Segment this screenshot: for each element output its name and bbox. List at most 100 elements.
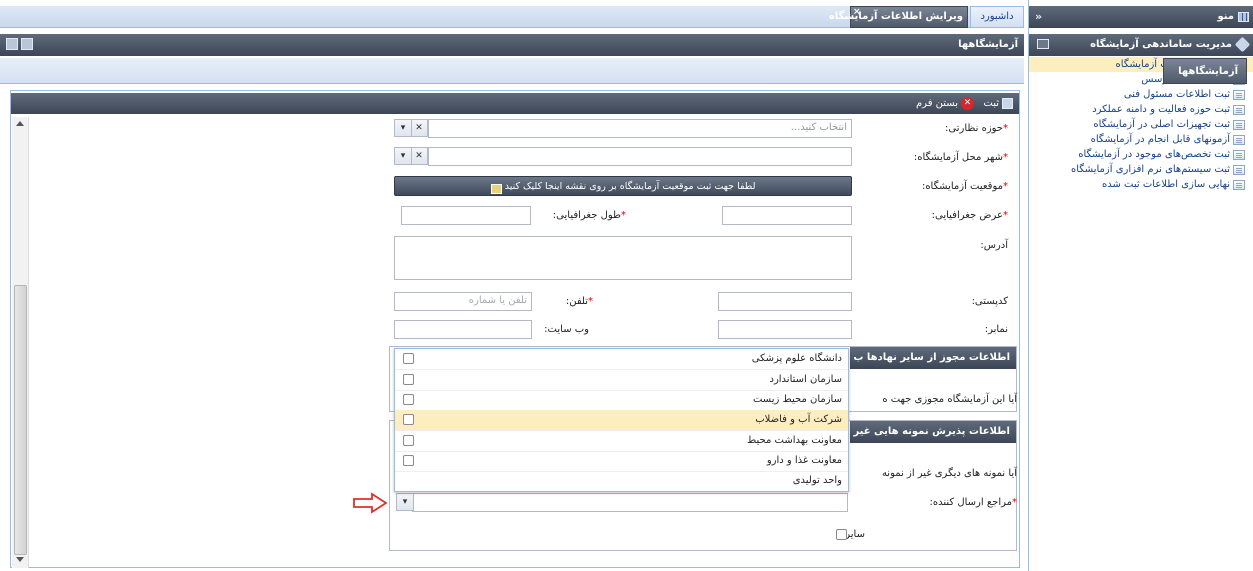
option-checkbox[interactable] (403, 394, 414, 405)
tab-dashboard[interactable]: داشبورد (970, 6, 1024, 28)
red-arrow-icon (353, 492, 388, 514)
scroll-thumb[interactable] (14, 285, 27, 555)
close-form-icon[interactable]: ✕ (961, 97, 974, 110)
dropdown-option[interactable]: دانشگاه علوم پزشکی (395, 349, 848, 370)
website-input[interactable] (394, 320, 532, 339)
option-label: واحد تولیدی (792, 475, 842, 486)
sidebar-item-tests[interactable]: آزمونهای قابل انجام در آزمایشگاه (1091, 132, 1245, 147)
option-checkbox[interactable] (403, 414, 414, 425)
dropdown-option[interactable]: معاونت بهداشت محیط (395, 431, 848, 452)
address-textarea[interactable] (394, 236, 852, 280)
supervision-select[interactable]: انتخاب کنید... (428, 119, 852, 138)
other-checkbox[interactable] (836, 529, 847, 540)
website-label: وب سایت: (544, 324, 589, 335)
samples-question: آیا نمونه های دیگری غیر از نمونه (881, 468, 1017, 479)
supervision-clear-icon[interactable]: ✕ (410, 119, 428, 137)
license-section-title: اطلاعات مجوز از سایر نهادها ب (853, 352, 1010, 363)
tab-edit-lab[interactable]: ویرایش اطلاعات آزمایشگاه × (829, 6, 968, 28)
sidebar-item-label: ثبت اطلاعات مسئول فنی (1123, 89, 1230, 100)
option-label: سازمان استاندارد (769, 374, 843, 385)
sidebar-item-label: آزمونهای قابل انجام در آزمایشگاه (1090, 134, 1230, 145)
senders-dropdown-icon[interactable]: ▾ (396, 493, 414, 511)
panel-title: آزمایشگاهها (958, 39, 1018, 50)
supervision-label: *حوزه نظارتی: (945, 123, 1008, 134)
option-label: سازمان محیط زیست (752, 394, 842, 405)
postal-label: کدپستی: (971, 296, 1008, 307)
sidebar-item-label: ثبت سیستم‌های نرم افزاری آزمایشگاه (1071, 164, 1230, 175)
scroll-down-icon[interactable] (16, 557, 24, 562)
scroll-up-icon[interactable] (16, 121, 24, 126)
option-checkbox[interactable] (403, 353, 414, 364)
menu-grid-icon (1238, 12, 1249, 22)
option-checkbox[interactable] (403, 374, 414, 385)
sidebar-item-specialties[interactable]: ثبت تخصص‌های موجود در آزمایشگاه (1078, 147, 1245, 162)
menu-label: منو (1217, 11, 1234, 22)
document-icon (1233, 179, 1245, 190)
document-icon (1233, 149, 1245, 160)
latitude-input[interactable] (722, 206, 852, 225)
sidebar-item-software[interactable]: ثبت سیستم‌های نرم افزاری آزمایشگاه (1071, 162, 1245, 177)
sidebar-section-title: مدیریت ساماندهی آزمایشگاه (1090, 39, 1232, 50)
maximize-icon[interactable] (6, 38, 18, 50)
subtab-labs[interactable]: آزمایشگاهها (1163, 58, 1247, 84)
collapse-sidebar-icon[interactable]: » (1035, 10, 1042, 23)
longitude-label: *طول جغرافیایی: (552, 210, 626, 221)
phone-input[interactable]: تلفن یا شماره (394, 292, 532, 311)
panel-header: آزمایشگاهها (0, 34, 1024, 56)
sidebar-item-activity-scope[interactable]: ثبت حوزه فعالیت و دامنه عملکرد (1092, 102, 1245, 117)
dropdown-option[interactable]: معاونت غذا و دارو (395, 451, 848, 472)
save-button[interactable]: ثبت (983, 98, 999, 109)
subtab-bar (0, 58, 1024, 84)
senders-input[interactable] (412, 493, 848, 512)
tab-close-icon[interactable]: × (853, 7, 861, 17)
vertical-scrollbar[interactable] (12, 117, 29, 568)
section-collapse-icon[interactable] (1037, 39, 1049, 49)
sidebar-header: منو » (1029, 6, 1253, 28)
longitude-input[interactable] (401, 206, 531, 225)
document-icon (1233, 134, 1245, 145)
option-checkbox[interactable] (403, 455, 414, 466)
fax-input[interactable] (718, 320, 852, 339)
fax-label: نمابر: (984, 324, 1008, 335)
phone-label: *تلفن: (565, 296, 593, 307)
save-disk-icon[interactable] (1002, 98, 1013, 109)
option-label: معاونت بهداشت محیط (747, 435, 842, 446)
postal-input[interactable] (718, 292, 852, 311)
map-icon (490, 183, 502, 194)
tab-edit-lab-label: ویرایش اطلاعات آزمایشگاه (828, 11, 963, 22)
option-label: شرکت آب و فاضلاب (755, 414, 842, 425)
license-section-header[interactable]: اطلاعات مجوز از سایر نهادها ب (850, 347, 1016, 369)
subtab-labs-label: آزمایشگاهها (1178, 66, 1238, 77)
city-clear-icon[interactable]: ✕ (410, 147, 428, 165)
section-cube-icon (1234, 36, 1251, 53)
tab-strip: داشبورد ویرایش اطلاعات آزمایشگاه × (0, 6, 1024, 28)
dropdown-option[interactable]: سازمان استاندارد (395, 370, 848, 391)
option-label: دانشگاه علوم پزشکی (751, 353, 842, 364)
location-label: *موقعیت آزمایشگاه: (921, 181, 1008, 192)
dropdown-option-highlighted[interactable]: شرکت آب و فاضلاب (395, 410, 848, 431)
dropdown-option[interactable]: سازمان محیط زیست (395, 390, 848, 411)
sidebar-item-label: ثبت تجهیزات اصلی در آزمایشگاه (1093, 119, 1230, 130)
option-checkbox[interactable] (403, 435, 414, 446)
dropdown-option[interactable]: واحد تولیدی (395, 471, 848, 492)
sidebar-item-finalize[interactable]: نهایی سازی اطلاعات ثبت شده (1102, 177, 1245, 192)
samples-section-header[interactable]: اطلاعات پذیرش نمونه هایی غیر (850, 421, 1016, 443)
sidebar-item-label: ثبت تخصص‌های موجود در آزمایشگاه (1078, 149, 1230, 160)
supervision-dropdown-icon[interactable]: ▾ (394, 119, 412, 137)
document-icon (1233, 89, 1245, 100)
sidebar-section-header[interactable]: مدیریت ساماندهی آزمایشگاه (1029, 34, 1253, 56)
license-question: آیا این آزمایشگاه مجوزی جهت ه (882, 394, 1017, 405)
sidebar-item-technical-manager[interactable]: ثبت اطلاعات مسئول فنی (1124, 87, 1245, 102)
sidebar-item-label: نهایی سازی اطلاعات ثبت شده (1102, 179, 1230, 190)
map-location-button[interactable]: لطفا جهت ثبت موقعیت آزمایشگاه بر روی نقش… (394, 176, 852, 196)
option-label: معاونت غذا و دارو (766, 455, 842, 466)
city-dropdown-icon[interactable]: ▾ (394, 147, 412, 165)
restore-icon[interactable] (21, 38, 33, 50)
close-form-button[interactable]: بستن فرم (916, 98, 958, 109)
map-button-label: لطفا جهت ثبت موقعیت آزمایشگاه بر روی نقش… (504, 181, 756, 192)
document-icon (1233, 164, 1245, 175)
document-icon (1233, 119, 1245, 130)
city-select[interactable] (428, 147, 852, 166)
sidebar-item-equipment[interactable]: ثبت تجهیزات اصلی در آزمایشگاه (1093, 117, 1245, 132)
address-label: آدرس: (980, 240, 1008, 251)
